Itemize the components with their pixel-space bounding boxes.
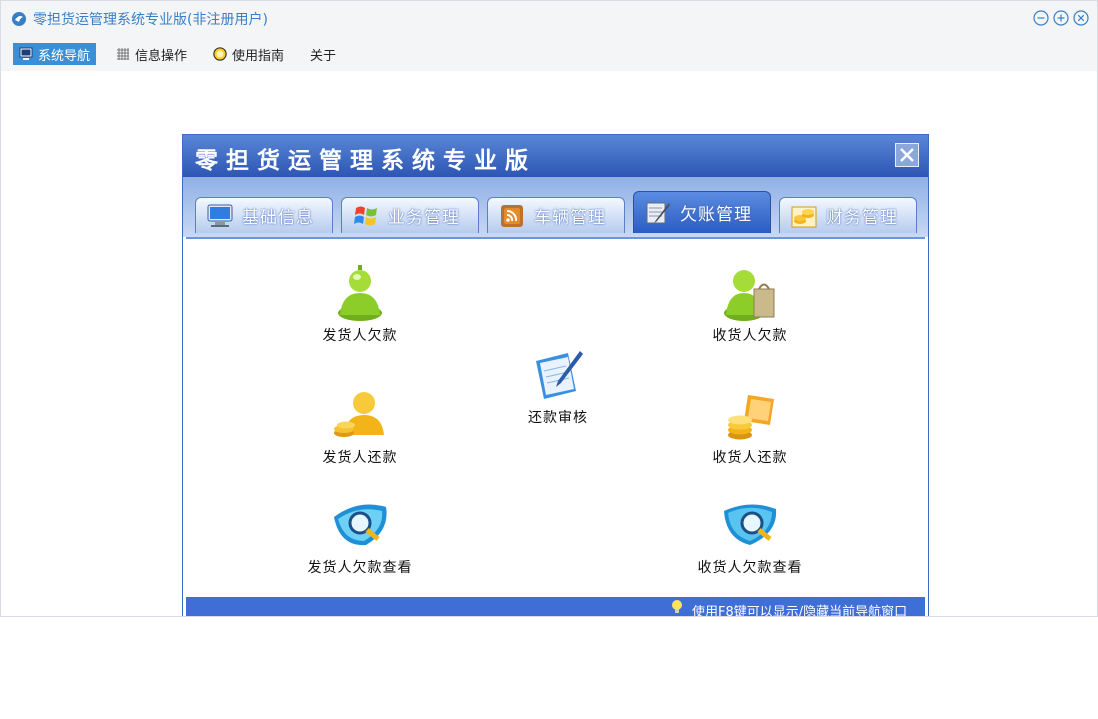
navigation-header: 零担货运管理系统专业版 xyxy=(183,135,928,177)
tab-debt-management[interactable]: 欠账管理 xyxy=(633,191,771,233)
consignee-debt-view-button[interactable]: 收货人欠款查看 xyxy=(680,495,820,577)
menu-about[interactable]: 关于 xyxy=(304,43,342,65)
tab-finance-management[interactable]: 财务管理 xyxy=(779,197,917,233)
window-title: 零担货运管理系统专业版(非注册用户) xyxy=(33,12,268,28)
navigation-title: 零担货运管理系统专业版 xyxy=(195,147,536,174)
item-label: 收货人欠款 xyxy=(712,328,788,344)
notebook-pen-icon xyxy=(646,202,670,223)
consignee-repay-button[interactable]: 收货人还款 xyxy=(690,385,810,467)
shipper-debt-button[interactable]: 发货人欠款 xyxy=(300,263,420,345)
document-pen-icon xyxy=(536,351,583,399)
window-controls xyxy=(1033,10,1089,26)
item-label: 收货人还款 xyxy=(712,450,788,466)
tab-basic-info[interactable]: 基础信息 xyxy=(195,197,333,233)
item-label: 发货人欠款查看 xyxy=(307,560,413,576)
application-window: 零担货运管理系统专业版(非注册用户) 系统导航 信息操作 使用指南 关于 零担货… xyxy=(0,0,1098,617)
tab-vehicle-management[interactable]: 车辆管理 xyxy=(487,197,625,233)
windows-flag-icon xyxy=(354,206,377,225)
shipper-debt-view-button[interactable]: 发货人欠款查看 xyxy=(290,495,430,577)
navigation-body: 发货人欠款 收货人欠款 还款审核 发货人还款 收货人还款 发货人欠款查看 收货人… xyxy=(186,237,925,593)
coins-stack-icon xyxy=(728,395,774,440)
close-icon[interactable] xyxy=(1073,10,1089,26)
menu-label: 系统导航 xyxy=(38,48,91,64)
menu-info-operation[interactable]: 信息操作 xyxy=(110,43,193,65)
magnifier-search-icon xyxy=(334,504,387,546)
tab-label: 车辆管理 xyxy=(534,208,606,228)
repay-audit-button[interactable]: 还款审核 xyxy=(503,345,613,427)
app-logo-icon xyxy=(12,12,26,26)
item-label: 发货人还款 xyxy=(322,450,398,466)
menu-user-guide[interactable]: 使用指南 xyxy=(207,43,290,65)
tab-strip: 基础信息 业务管理 车辆管理 欠账管理 财务管理 xyxy=(183,177,928,237)
tab-label: 财务管理 xyxy=(826,208,898,228)
coins-icon xyxy=(791,206,817,227)
menu-label: 信息操作 xyxy=(135,48,188,64)
close-x-icon xyxy=(900,148,914,162)
tab-business-management[interactable]: 业务管理 xyxy=(341,197,479,233)
navigation-window: 零担货运管理系统专业版 基础信息 业务管理 车辆管理 欠账管理 财务管理 发货人… xyxy=(182,134,929,617)
minimize-icon[interactable] xyxy=(1033,10,1049,26)
menu-bar: 系统导航 信息操作 使用指南 关于 xyxy=(1,37,1097,71)
item-label: 发货人欠款 xyxy=(322,328,398,344)
title-bar: 零担货运管理系统专业版(非注册用户) xyxy=(1,1,1097,37)
item-label: 收货人欠款查看 xyxy=(697,560,803,576)
menu-label: 关于 xyxy=(310,48,337,64)
menu-label: 使用指南 xyxy=(232,48,285,64)
person-green-icon xyxy=(338,265,382,321)
navigation-close-button[interactable] xyxy=(895,143,919,167)
navigation-footer: 使用F8键可以显示/隐藏当前导航窗口 xyxy=(186,597,925,617)
maximize-icon[interactable] xyxy=(1053,10,1069,26)
tab-label: 基础信息 xyxy=(242,208,314,228)
shipper-repay-button[interactable]: 发货人还款 xyxy=(300,385,420,467)
computer-icon xyxy=(207,204,233,227)
help-icon xyxy=(213,47,227,61)
tab-label: 欠账管理 xyxy=(680,205,752,225)
rss-feed-icon xyxy=(501,204,523,227)
consignee-debt-button[interactable]: 收货人欠款 xyxy=(690,263,810,345)
magnifier-search-icon xyxy=(724,504,777,545)
item-label: 还款审核 xyxy=(528,410,588,426)
tab-label: 业务管理 xyxy=(388,208,460,228)
footer-hint: 使用F8键可以显示/隐藏当前导航窗口 xyxy=(692,605,908,617)
lightbulb-icon xyxy=(672,600,682,613)
grid-icon xyxy=(117,48,130,60)
person-shopping-bag-icon xyxy=(724,270,775,321)
person-coins-icon xyxy=(334,392,384,437)
monitor-icon xyxy=(19,47,33,60)
workspace: 零担货运管理系统专业版 基础信息 业务管理 车辆管理 欠账管理 财务管理 发货人… xyxy=(1,71,1097,617)
menu-system-navigation[interactable]: 系统导航 xyxy=(13,43,97,65)
